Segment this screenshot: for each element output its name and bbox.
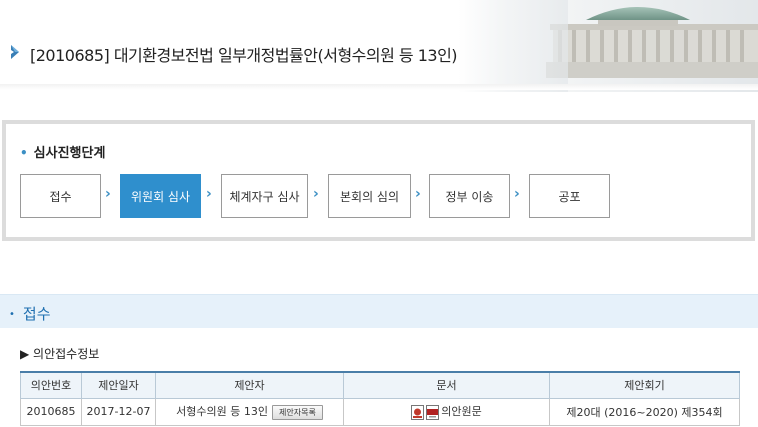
chevron-right-icon — [11, 45, 19, 59]
stage-step-committee-review: 위원회 심사 — [120, 174, 201, 218]
cell-session: 제20대 (2016~2020) 제354회 — [549, 397, 740, 426]
stage-step-plenary: 본회의 심의 — [328, 174, 411, 218]
chevron-right-icon: › — [313, 186, 319, 202]
proposer-text: 서형수의원 등 13인 — [176, 405, 269, 419]
stage-step-label: 본회의 심의 — [339, 189, 399, 204]
pdf-file-icon[interactable] — [426, 404, 440, 420]
sub-heading-receipt-info: ▶ 의안접수정보 — [20, 347, 100, 361]
stage-step-label: 체계자구 심사 — [229, 189, 300, 204]
proposer-list-button[interactable]: 제안자목록 — [272, 404, 323, 420]
cell-proposer: 서형수의원 등 13인 제안자목록 — [155, 397, 344, 426]
cell-bill-no: 2010685 — [20, 397, 82, 426]
column-header-proposer: 제안자 — [155, 371, 344, 399]
header-divider — [0, 84, 758, 90]
stage-step-legal-review: 체계자구 심사 — [221, 174, 308, 218]
column-header-document: 문서 — [343, 371, 550, 399]
chevron-right-icon: › — [105, 186, 111, 202]
hwp-file-icon[interactable] — [411, 404, 425, 420]
national-assembly-building-image — [458, 0, 758, 92]
chevron-right-icon: › — [514, 186, 520, 202]
stage-step-label: 정부 이송 — [445, 189, 494, 204]
table-row: 2010685 2017-12-07 서형수의원 등 13인 제안자목록 의안원문… — [20, 397, 740, 426]
stage-step-received: 접수 — [20, 174, 101, 218]
column-header-date: 제안일자 — [81, 371, 156, 399]
stage-step-transfer-government: 정부 이송 — [429, 174, 510, 218]
table-header-row: 의안번호 제안일자 제안자 문서 제안회기 — [20, 371, 740, 399]
bullet-icon: • — [20, 146, 28, 160]
page-header: [2010685] 대기환경보전법 일부개정법률안(서형수의원 등 13인) — [0, 0, 758, 92]
cell-document: 의안원문 — [343, 397, 550, 426]
cell-date: 2017-12-07 — [81, 397, 156, 426]
receipt-info-table: 의안번호 제안일자 제안자 문서 제안회기 2010685 2017-12-07… — [20, 371, 740, 426]
section-title: • 접수 — [9, 303, 51, 324]
stage-heading: • 심사진행단계 — [20, 142, 105, 161]
section-header-received: • 접수 — [0, 294, 758, 328]
chevron-right-icon: › — [206, 186, 212, 202]
document-link[interactable]: 의안원문 — [441, 405, 481, 418]
stage-step-label: 위원회 심사 — [130, 189, 190, 204]
stage-step-label: 접수 — [49, 189, 72, 204]
bill-title: [2010685] 대기환경보전법 일부개정법률안(서형수의원 등 13인) — [30, 46, 458, 65]
column-header-session: 제안회기 — [549, 371, 740, 399]
review-stage-panel: • 심사진행단계 접수 › 위원회 심사 › 체계자구 심사 › 본회의 심의 ›… — [2, 120, 755, 241]
stage-heading-text: 심사진행단계 — [33, 146, 106, 161]
chevron-right-icon: › — [415, 186, 421, 202]
stage-step-label: 공포 — [558, 189, 581, 204]
column-header-bill-no: 의안번호 — [20, 371, 82, 399]
section-title-text: 접수 — [22, 305, 51, 323]
bullet-icon: • — [9, 309, 15, 320]
stage-step-promulgation: 공포 — [529, 174, 610, 218]
